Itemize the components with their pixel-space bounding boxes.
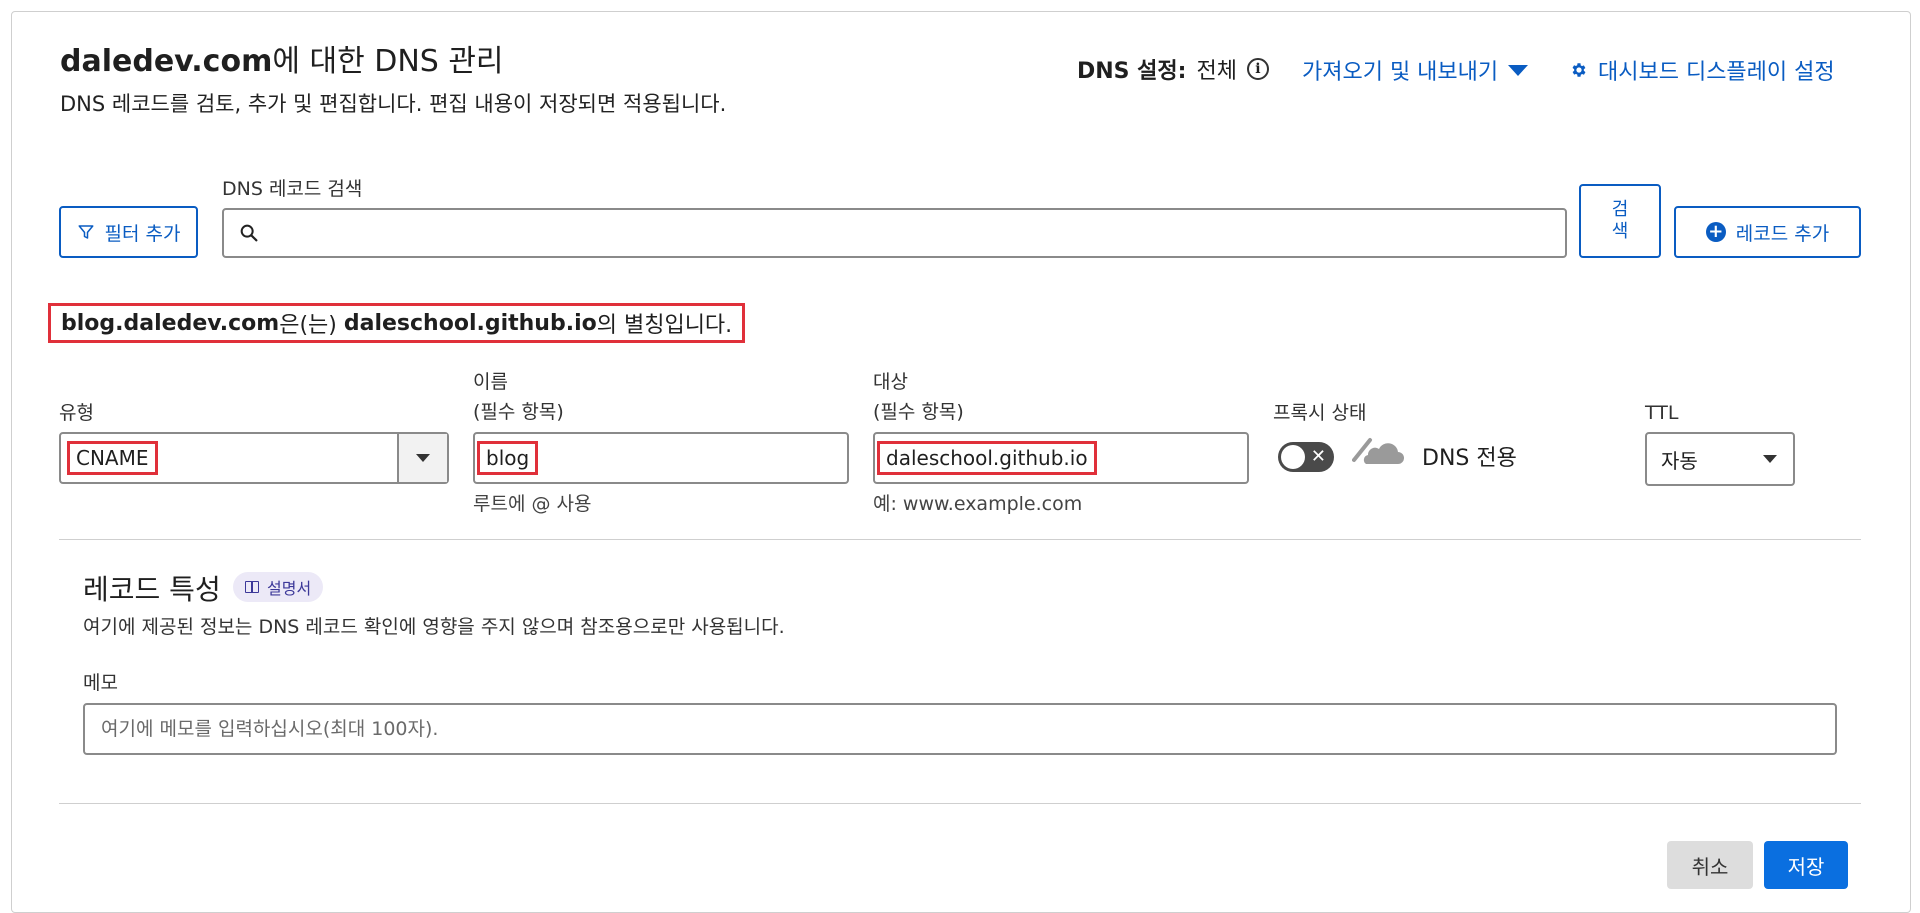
type-dropdown-toggle[interactable] xyxy=(397,434,447,482)
chevron-down-icon xyxy=(1763,455,1777,463)
memo-field[interactable] xyxy=(83,703,1837,755)
ttl-select[interactable]: 자동 xyxy=(1645,432,1795,486)
target-value: daleschool.github.io xyxy=(877,441,1097,475)
import-export-label: 가져오기 및 내보내기 xyxy=(1302,60,1499,85)
divider xyxy=(59,539,1861,540)
dns-setting: DNS 설정: 전체 i xyxy=(1077,53,1269,85)
name-label-line2: (필수 항목) xyxy=(473,401,564,423)
alias-suffix: 의 별칭입니다. xyxy=(596,313,733,338)
target-label: 대상 (필수 항목) xyxy=(873,367,964,427)
type-select[interactable]: CNAME xyxy=(59,432,449,484)
memo-input[interactable] xyxy=(99,717,1835,741)
memo-label: 메모 xyxy=(83,672,118,694)
target-input[interactable]: daleschool.github.io xyxy=(873,432,1249,484)
proxy-status-text: DNS 전용 xyxy=(1422,446,1517,471)
import-export-dropdown[interactable]: 가져오기 및 내보내기 xyxy=(1302,54,1529,86)
dashboard-display-settings-link[interactable]: 대시보드 디스플레이 설정 xyxy=(1570,54,1835,86)
ttl-label: TTL xyxy=(1645,402,1679,424)
divider xyxy=(59,803,1861,804)
type-label: 유형 xyxy=(59,402,94,424)
name-value: blog xyxy=(477,441,539,475)
alias-target: daleschool.github.io xyxy=(343,310,597,336)
search-button[interactable]: 검 색 xyxy=(1579,184,1661,258)
save-button[interactable]: 저장 xyxy=(1764,841,1848,889)
page-title: daledev.com에 대한 DNS 관리 xyxy=(60,36,504,80)
record-attributes-description: 여기에 제공된 정보는 DNS 레코드 확인에 영향을 주지 않으며 참조용으로… xyxy=(83,616,785,638)
ttl-value: 자동 xyxy=(1661,448,1698,473)
chevron-down-icon xyxy=(416,454,430,462)
search-button-line1: 검 xyxy=(1611,199,1629,220)
plus-circle-icon: + xyxy=(1705,222,1726,242)
book-icon xyxy=(245,581,259,593)
dns-setting-value: 전체 xyxy=(1196,59,1237,84)
documentation-link[interactable]: 설명서 xyxy=(233,572,324,602)
target-label-line2: (필수 항목) xyxy=(873,401,964,423)
cloud-icon xyxy=(1352,438,1404,464)
alias-connector: 은(는) xyxy=(279,313,344,338)
name-label-line1: 이름 xyxy=(473,371,508,393)
name-input[interactable]: blog xyxy=(473,432,849,484)
dashboard-settings-label: 대시보드 디스플레이 설정 xyxy=(1598,60,1835,85)
add-filter-label: 필터 추가 xyxy=(104,222,181,245)
gear-icon xyxy=(1572,63,1586,77)
add-record-button[interactable]: + 레코드 추가 xyxy=(1674,206,1861,258)
page-subtitle: DNS 레코드를 검토, 추가 및 편집합니다. 편집 내용이 저장되면 적용됩… xyxy=(60,92,727,116)
info-icon[interactable]: i xyxy=(1246,58,1269,80)
record-attributes-title: 레코드 특성 xyxy=(83,573,221,606)
title-domain: daledev.com xyxy=(60,44,273,79)
alias-description: blog.daledev.com 은(는) daleschool.github.i… xyxy=(48,303,746,343)
filter-icon xyxy=(78,225,94,239)
toggle-knob xyxy=(1281,445,1305,469)
proxy-status-label: 프록시 상태 xyxy=(1273,402,1367,424)
dns-setting-label: DNS 설정: xyxy=(1077,59,1187,84)
search-label: DNS 레코드 검색 xyxy=(222,178,363,200)
alias-source: blog.daledev.com xyxy=(61,310,280,336)
add-filter-button[interactable]: 필터 추가 xyxy=(59,206,198,258)
search-icon xyxy=(240,224,258,242)
name-helper: 루트에 @ 사용 xyxy=(473,493,592,515)
target-helper: 예: www.example.com xyxy=(873,493,1083,515)
name-label: 이름 (필수 항목) xyxy=(473,367,564,427)
target-label-line1: 대상 xyxy=(873,371,908,393)
documentation-label: 설명서 xyxy=(267,579,312,598)
close-icon: ✕ xyxy=(1310,446,1326,467)
search-button-line2: 색 xyxy=(1611,221,1629,242)
caret-down-icon xyxy=(1508,64,1529,76)
add-record-label: 레코드 추가 xyxy=(1735,222,1830,245)
type-value: CNAME xyxy=(67,441,158,475)
cancel-button[interactable]: 취소 xyxy=(1667,841,1753,889)
title-suffix: 에 대한 DNS 관리 xyxy=(272,44,504,79)
proxy-toggle[interactable]: ✕ xyxy=(1278,442,1334,472)
dns-record-search-input[interactable] xyxy=(222,208,1567,258)
